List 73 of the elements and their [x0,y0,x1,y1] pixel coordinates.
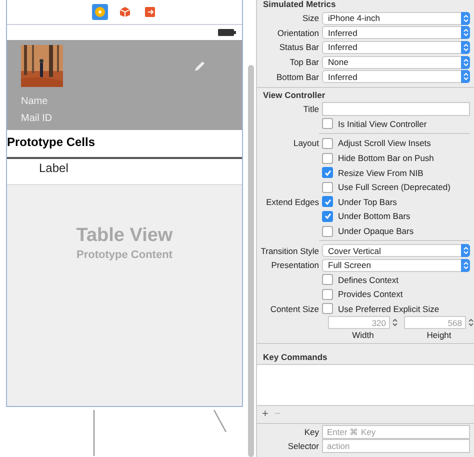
field-label: Status Bar [278,42,320,52]
connector-line [93,410,95,456]
pencil-icon[interactable] [194,60,206,72]
field-label: Title [302,104,320,114]
stepper[interactable] [392,318,398,328]
field-label: Size [301,13,320,24]
field-label: Top Bar [288,57,320,68]
dropdown[interactable]: Full Screen [322,258,470,272]
field-label: Presentation [270,260,320,270]
field-label: Extend Edges [266,196,319,207]
checkbox[interactable] [322,167,333,178]
scroll-bar[interactable] [248,65,254,457]
checkbox-label[interactable]: Is Initial View Controller [338,118,427,129]
chevron-icon [461,258,470,272]
checkbox[interactable] [322,210,333,222]
chevron-icon [461,244,470,258]
field-label: Orientation [276,28,320,38]
table-view-subtitle: Prototype Content [76,249,174,261]
checkbox-label[interactable]: Resize View From NIB [338,168,424,178]
checkbox-label[interactable]: Use Preferred Explicit Size [338,304,440,314]
chevron-icon [461,12,470,25]
section-header: Simulated Metrics [262,0,337,11]
field-label: Content Size [270,304,319,314]
table-view-title: Table View [75,225,174,247]
checkbox[interactable] [322,182,333,193]
number-field[interactable]: 320 [328,316,390,330]
field-caption: Width [352,330,374,340]
chevron-icon [461,56,470,69]
circle-icon[interactable] [92,4,108,20]
connector-line [213,410,227,432]
checkbox-label[interactable]: Adjust Scroll View Insets [338,138,431,148]
add-button[interactable]: + [262,408,268,422]
field-label: Bottom Bar [275,72,320,82]
checkbox-label[interactable]: Under Opaque Bars [338,226,414,236]
stepper[interactable] [468,318,474,328]
checkbox[interactable] [322,288,333,300]
field-label: Selector [286,441,320,452]
field-label: Transition Style [260,246,320,256]
section-title: Prototype Cells [7,130,242,159]
checkbox-label[interactable]: Use Full Screen (Deprecated) [338,182,450,192]
checkbox[interactable] [322,274,333,286]
checkbox[interactable] [322,196,333,208]
field-label: Layout [293,138,319,148]
checkbox[interactable] [322,118,333,130]
field-label: Key [303,426,320,437]
section-header: View Controller [262,90,326,102]
checkbox-label[interactable]: Defines Context [338,274,398,285]
checkbox-label[interactable]: Under Bottom Bars [338,211,410,222]
checkbox-label[interactable]: Provides Context [338,289,403,300]
chevron-icon [461,40,470,54]
dropdown[interactable]: iPhone 4-inch [322,12,470,25]
chevron-icon [461,26,470,40]
text-field[interactable]: action [322,439,470,454]
mail-label: Mail ID [21,112,54,126]
dropdown[interactable]: Inferred [322,40,470,54]
checkbox[interactable] [322,226,333,237]
checkbox-label[interactable]: Hide Bottom Bar on Push [338,153,434,164]
section-header: Key Commands [262,351,328,364]
dropdown[interactable]: None [322,56,470,69]
dropdown[interactable]: Cover Vertical [322,244,470,258]
dropdown[interactable]: Inferred [322,26,470,40]
checkbox-label[interactable]: Under Top Bars [338,196,397,207]
number-field[interactable]: 568 [404,316,466,330]
checkbox[interactable] [322,303,333,314]
battery-icon [218,29,236,36]
title-field[interactable] [322,102,470,116]
checkbox[interactable] [322,152,333,164]
text-field[interactable]: Enter ⌘ Key [322,424,470,439]
name-label: Name [21,95,49,109]
chevron-icon [461,70,470,84]
dropdown[interactable]: Inferred [322,70,470,84]
field-caption: Height [426,330,452,340]
checkbox[interactable] [322,138,333,149]
